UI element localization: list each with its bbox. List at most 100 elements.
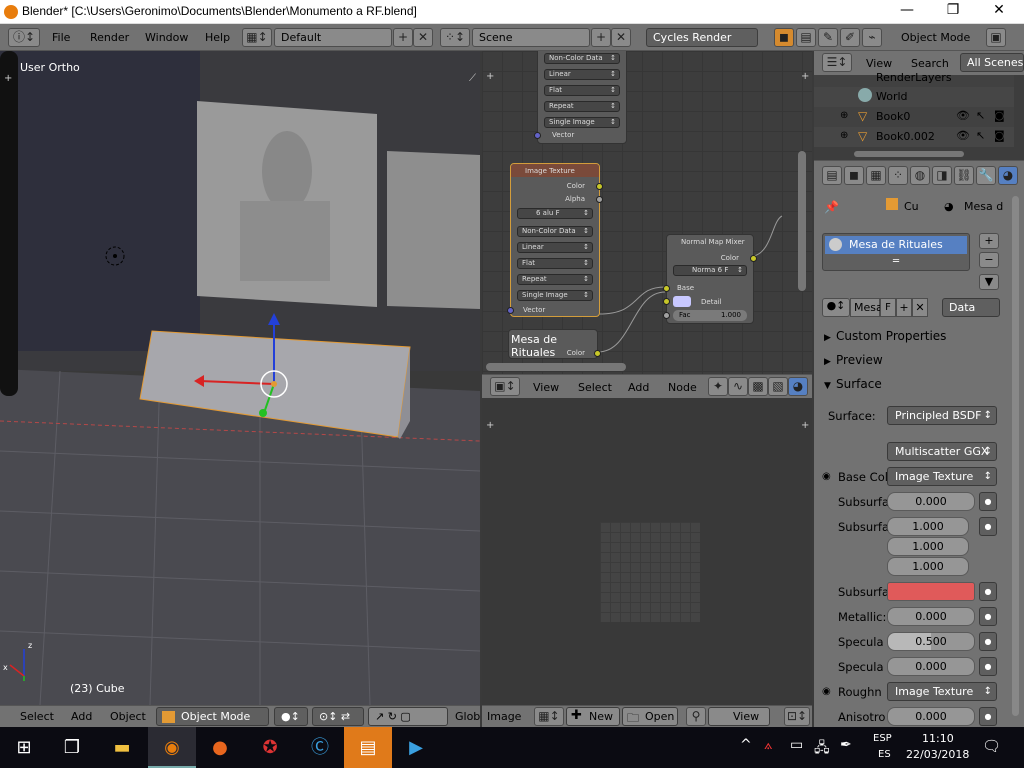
- display-mode-select[interactable]: All Scenes: [960, 53, 1024, 72]
- notifications-icon[interactable]: 🗨: [982, 737, 1001, 755]
- language-top[interactable]: ESP: [873, 733, 892, 744]
- color-space-select[interactable]: Non-Color Data: [517, 226, 593, 237]
- detail-color-swatch[interactable]: [673, 296, 691, 307]
- layers-icon[interactable]: ▣: [986, 28, 1006, 47]
- menu-add[interactable]: Add: [71, 710, 92, 723]
- distribution-select[interactable]: Multiscatter GGX: [887, 442, 997, 461]
- top-texture-node[interactable]: Non-Color Data Linear Flat Repeat Single…: [534, 51, 627, 144]
- vertical-scrollbar[interactable]: [798, 151, 806, 291]
- menu-view[interactable]: View: [866, 57, 892, 70]
- material-output-node[interactable]: Mesa de Rituales Color: [508, 329, 601, 359]
- fac-slider[interactable]: Fac 1.000: [673, 310, 747, 321]
- horizontal-scrollbar[interactable]: [486, 363, 626, 371]
- add-slot-button[interactable]: +: [979, 233, 999, 249]
- radius-y-field[interactable]: 1.000: [887, 537, 969, 556]
- socket-button[interactable]: ●: [979, 582, 997, 601]
- socket-button[interactable]: ●: [979, 632, 997, 651]
- scene-icon[interactable]: ⁘↕: [440, 28, 470, 47]
- color-output-socket[interactable]: [594, 350, 601, 357]
- cursor-icon[interactable]: ↖: [976, 109, 985, 122]
- horizontal-scrollbar[interactable]: [854, 151, 964, 157]
- clock-date[interactable]: 22/03/2018: [906, 748, 969, 761]
- app-orange-icon[interactable]: ▤: [344, 727, 392, 768]
- node-editor[interactable]: Non-Color Data Linear Flat Repeat Single…: [482, 51, 812, 374]
- editor-type-icon[interactable]: ▤: [822, 166, 842, 185]
- slot-menu-button[interactable]: ▼: [979, 274, 999, 290]
- render-icon[interactable]: ◼: [774, 28, 794, 47]
- specular-field[interactable]: 0.500: [887, 632, 975, 651]
- cursor-icon[interactable]: ↖: [976, 129, 985, 142]
- socket-button[interactable]: ●: [979, 492, 997, 511]
- detail-input-socket[interactable]: [663, 298, 670, 305]
- editor-type-icon[interactable]: ⓘ↕: [8, 28, 40, 47]
- color-space-select[interactable]: Non-Color Data: [544, 53, 620, 64]
- image-selector[interactable]: 6 alu F: [517, 208, 593, 219]
- manipulator-buttons[interactable]: ↗ ↻ ▢: [368, 707, 448, 726]
- maximize-button[interactable]: ❐: [930, 2, 976, 18]
- subsurface-field[interactable]: 0.000: [887, 492, 975, 511]
- menu-select[interactable]: Select: [578, 381, 612, 394]
- surface-panel-header[interactable]: ▼ Surface: [814, 374, 1004, 395]
- shading-select[interactable]: ●↕: [274, 707, 308, 726]
- menu-help[interactable]: Help: [205, 31, 230, 44]
- scene-tab-icon[interactable]: ⁘: [888, 166, 908, 185]
- menu-view[interactable]: View: [533, 381, 559, 394]
- menu-add[interactable]: Add: [628, 381, 649, 394]
- minimize-button[interactable]: —: [884, 2, 930, 18]
- socket-link-icon[interactable]: ◉: [822, 471, 831, 482]
- texture-icon[interactable]: ▩: [748, 377, 768, 396]
- material-browse-icon[interactable]: ●↕: [822, 298, 850, 317]
- editor-type-icon[interactable]: ▣↕: [490, 377, 520, 396]
- add-screen-icon[interactable]: +: [393, 28, 413, 47]
- shader-icon[interactable]: ✦: [708, 377, 728, 396]
- anisotropic-field[interactable]: 0.000: [887, 707, 975, 726]
- preview-panel-header[interactable]: ▶ Preview: [814, 350, 1004, 371]
- list-item[interactable]: ⊕ ▽ Book0 👁 ↖ ◙: [814, 107, 1014, 127]
- object-tab-icon[interactable]: ◨: [932, 166, 952, 185]
- compositor-icon[interactable]: ▧: [768, 377, 788, 396]
- network-icon[interactable]: 🖧: [814, 737, 830, 761]
- remove-screen-icon[interactable]: ✕: [413, 28, 433, 47]
- scene-field[interactable]: Scene: [472, 28, 590, 47]
- metallic-field[interactable]: 0.000: [887, 607, 975, 626]
- material-icon[interactable]: ◕: [788, 377, 808, 396]
- battery-icon[interactable]: ▭: [790, 737, 803, 753]
- image-editor[interactable]: + +: [482, 398, 812, 705]
- remove-slot-button[interactable]: −: [979, 252, 999, 268]
- color-output-socket[interactable]: [750, 255, 757, 262]
- link-select[interactable]: Data: [942, 298, 1000, 317]
- socket-button[interactable]: ●: [979, 707, 997, 726]
- group-selector[interactable]: Norma 6 F: [673, 265, 747, 276]
- fake-user-toggle[interactable]: F: [724, 266, 728, 274]
- screen-layout-icon[interactable]: ▦↕: [242, 28, 272, 47]
- extension-select[interactable]: Repeat: [517, 274, 593, 285]
- eye-icon[interactable]: 👁: [956, 129, 970, 142]
- add-scene-icon[interactable]: +: [591, 28, 611, 47]
- specular-tint-field[interactable]: 0.000: [887, 657, 975, 676]
- interpolation-select[interactable]: Linear: [517, 242, 593, 253]
- pen-icon[interactable]: ✒: [840, 737, 852, 753]
- base-input-socket[interactable]: [663, 285, 670, 292]
- modifier-tab-icon[interactable]: 🔧: [976, 166, 996, 185]
- pivot-icon[interactable]: ⊡↕: [784, 707, 810, 726]
- menu-image[interactable]: Image: [487, 710, 521, 723]
- pivot-select[interactable]: ⊙↕ ⇄: [312, 707, 364, 726]
- drag-handle[interactable]: ═: [893, 256, 899, 267]
- surface-shader-select[interactable]: Principled BSDF: [887, 406, 997, 425]
- pin-icon[interactable]: ⚲: [686, 707, 706, 726]
- close-button[interactable]: ✕: [976, 2, 1022, 18]
- roughness-link[interactable]: Image Texture: [887, 682, 997, 701]
- fake-user-toggle[interactable]: F: [556, 209, 560, 217]
- image-browse-icon[interactable]: ▦↕: [534, 707, 564, 726]
- interpolation-select[interactable]: Linear: [544, 69, 620, 80]
- menu-object[interactable]: Object: [110, 710, 146, 723]
- clock-time[interactable]: 11:10: [922, 732, 954, 745]
- material-name-field[interactable]: Mesa: [850, 298, 883, 317]
- ccleaner-icon[interactable]: Ⓒ: [296, 727, 344, 768]
- blender-taskbar-icon[interactable]: ◉: [148, 727, 196, 768]
- render-camera-icon[interactable]: ◙: [994, 129, 1005, 142]
- paint-icon[interactable]: ✐: [840, 28, 860, 47]
- screen-layout-field[interactable]: Default: [274, 28, 392, 47]
- fake-user-toggle[interactable]: F: [880, 298, 896, 317]
- menu-window[interactable]: Window: [145, 31, 188, 44]
